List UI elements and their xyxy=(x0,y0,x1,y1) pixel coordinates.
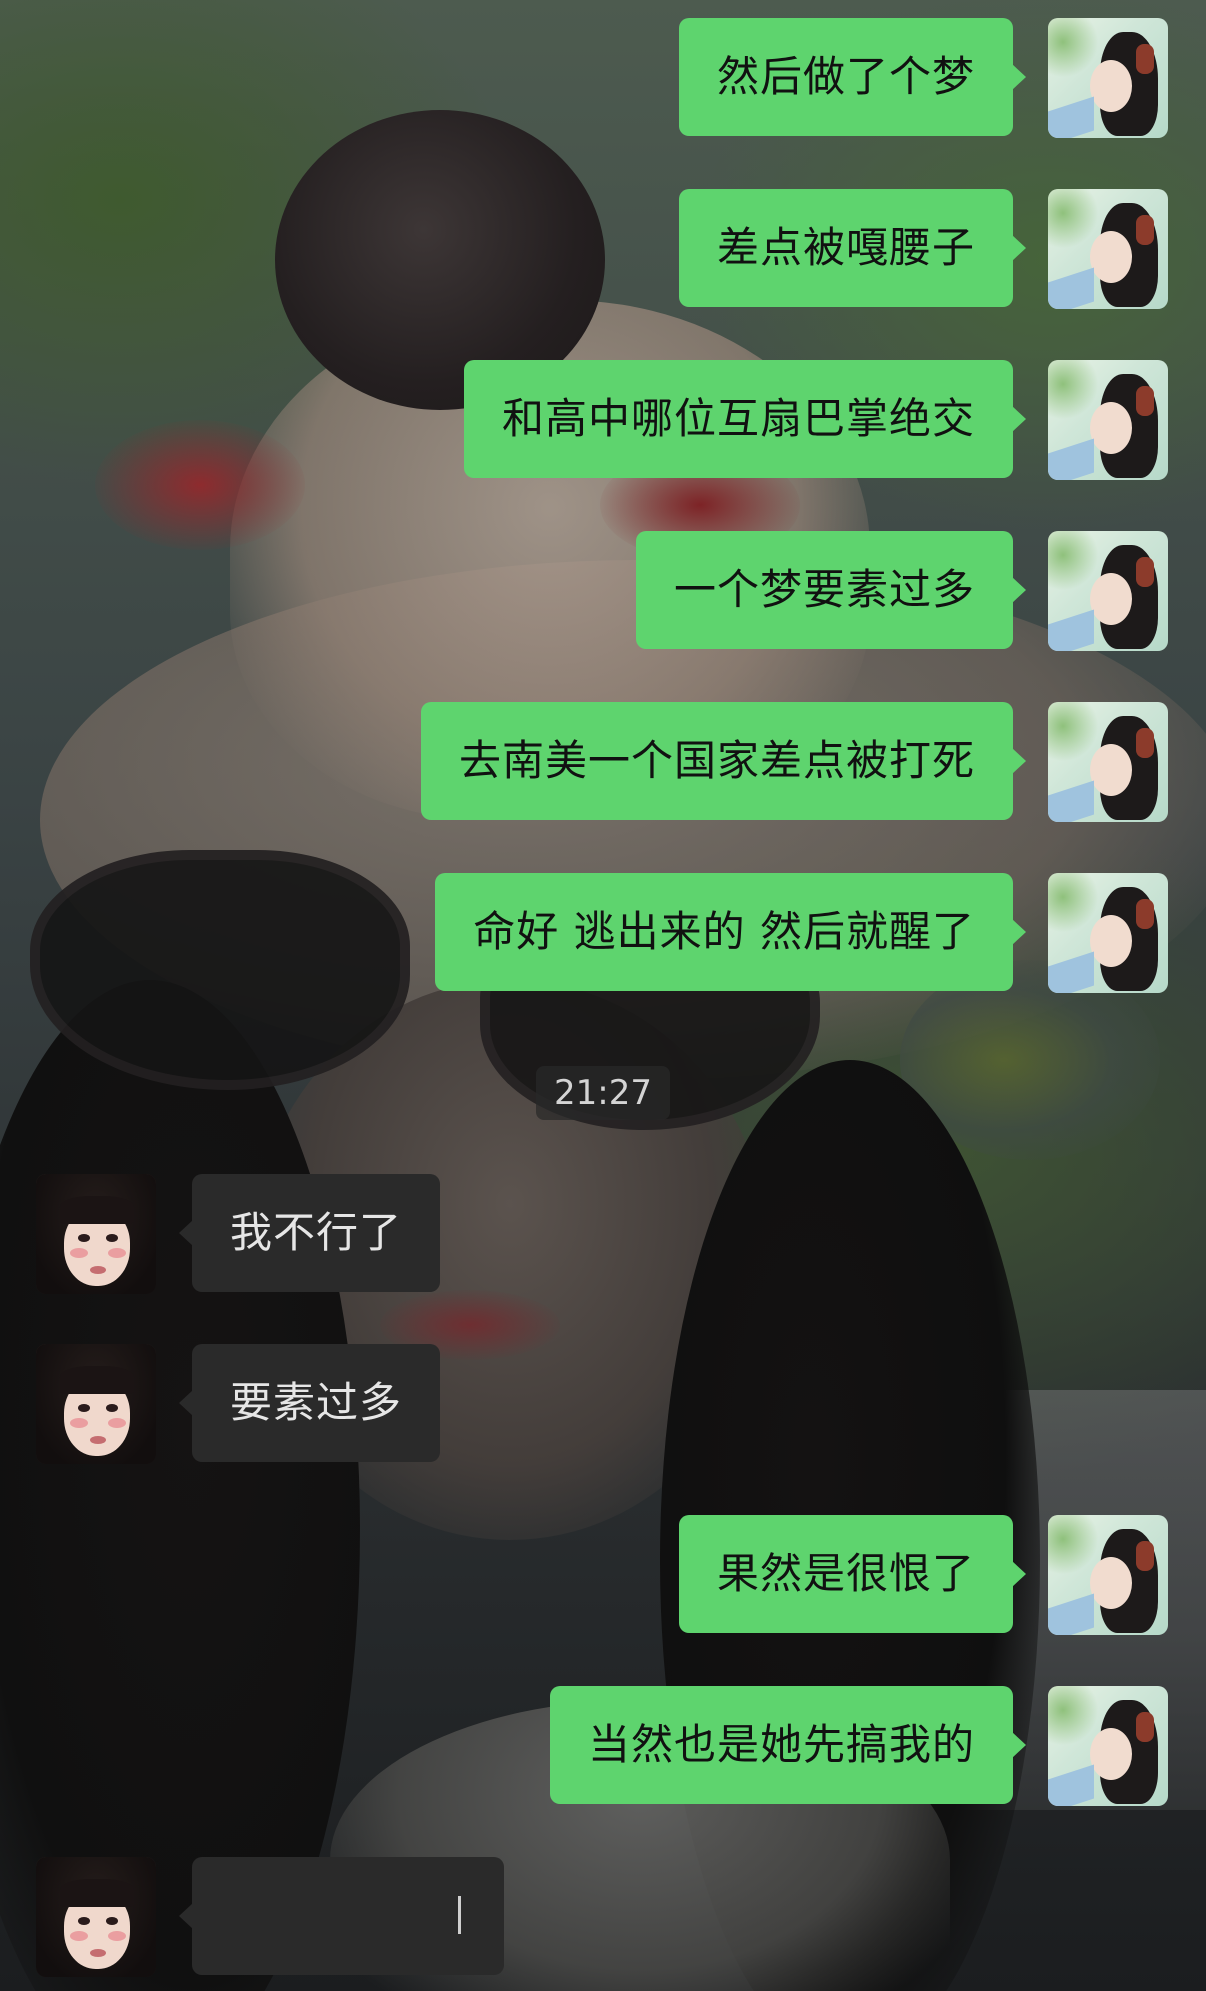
incoming-message-bubble[interactable]: 要素过多 xyxy=(178,1344,441,1462)
self-avatar[interactable] xyxy=(1048,873,1168,993)
self-avatar[interactable] xyxy=(1048,702,1168,822)
message-text: 要素过多 xyxy=(230,1378,403,1427)
message-text: 果然是很恨了 xyxy=(716,1549,975,1598)
self-avatar[interactable] xyxy=(1048,1686,1168,1806)
incoming-message-bubble[interactable]: 我不行了 xyxy=(178,1174,441,1292)
message-text: 去南美一个国家差点被打死 xyxy=(458,736,975,785)
message-timestamp: 21:27 xyxy=(536,1066,670,1120)
self-avatar[interactable] xyxy=(1048,1515,1168,1635)
message-text: 和高中哪位互扇巴掌绝交 xyxy=(501,394,975,443)
self-avatar[interactable] xyxy=(1048,360,1168,480)
outgoing-message-bubble[interactable]: 差点被嘎腰子 xyxy=(678,189,1027,307)
message-text: 当然也是她先搞我的 xyxy=(587,1720,975,1769)
outgoing-message-bubble[interactable]: 然后做了个梦 xyxy=(678,18,1027,136)
self-avatar[interactable] xyxy=(1048,189,1168,309)
text-cursor xyxy=(458,1896,461,1934)
outgoing-message-bubble[interactable]: 去南美一个国家差点被打死 xyxy=(420,702,1027,820)
message-text: 命好 逃出来的 然后就醒了 xyxy=(473,907,975,956)
self-avatar[interactable] xyxy=(1048,18,1168,138)
outgoing-message-bubble[interactable]: 当然也是她先搞我的 xyxy=(549,1686,1027,1804)
outgoing-message-bubble[interactable]: 果然是很恨了 xyxy=(678,1515,1027,1633)
message-text: 我不行了 xyxy=(230,1208,403,1257)
contact-avatar[interactable] xyxy=(36,1857,156,1977)
message-text: 差点被嘎腰子 xyxy=(716,223,975,272)
self-avatar[interactable] xyxy=(1048,531,1168,651)
chat-message-list[interactable]: 然后做了个梦 差点被嘎腰子 和高中哪位互扇巴掌绝交 一个梦要素过多 去南美一个国… xyxy=(0,0,1206,1991)
outgoing-message-bubble[interactable]: 一个梦要素过多 xyxy=(635,531,1027,649)
contact-avatar[interactable] xyxy=(36,1344,156,1464)
message-text: 一个梦要素过多 xyxy=(673,565,975,614)
contact-avatar[interactable] xyxy=(36,1174,156,1294)
message-text: 然后做了个梦 xyxy=(716,52,975,101)
outgoing-message-bubble[interactable]: 和高中哪位互扇巴掌绝交 xyxy=(463,360,1027,478)
outgoing-message-bubble[interactable]: 命好 逃出来的 然后就醒了 xyxy=(435,873,1026,991)
